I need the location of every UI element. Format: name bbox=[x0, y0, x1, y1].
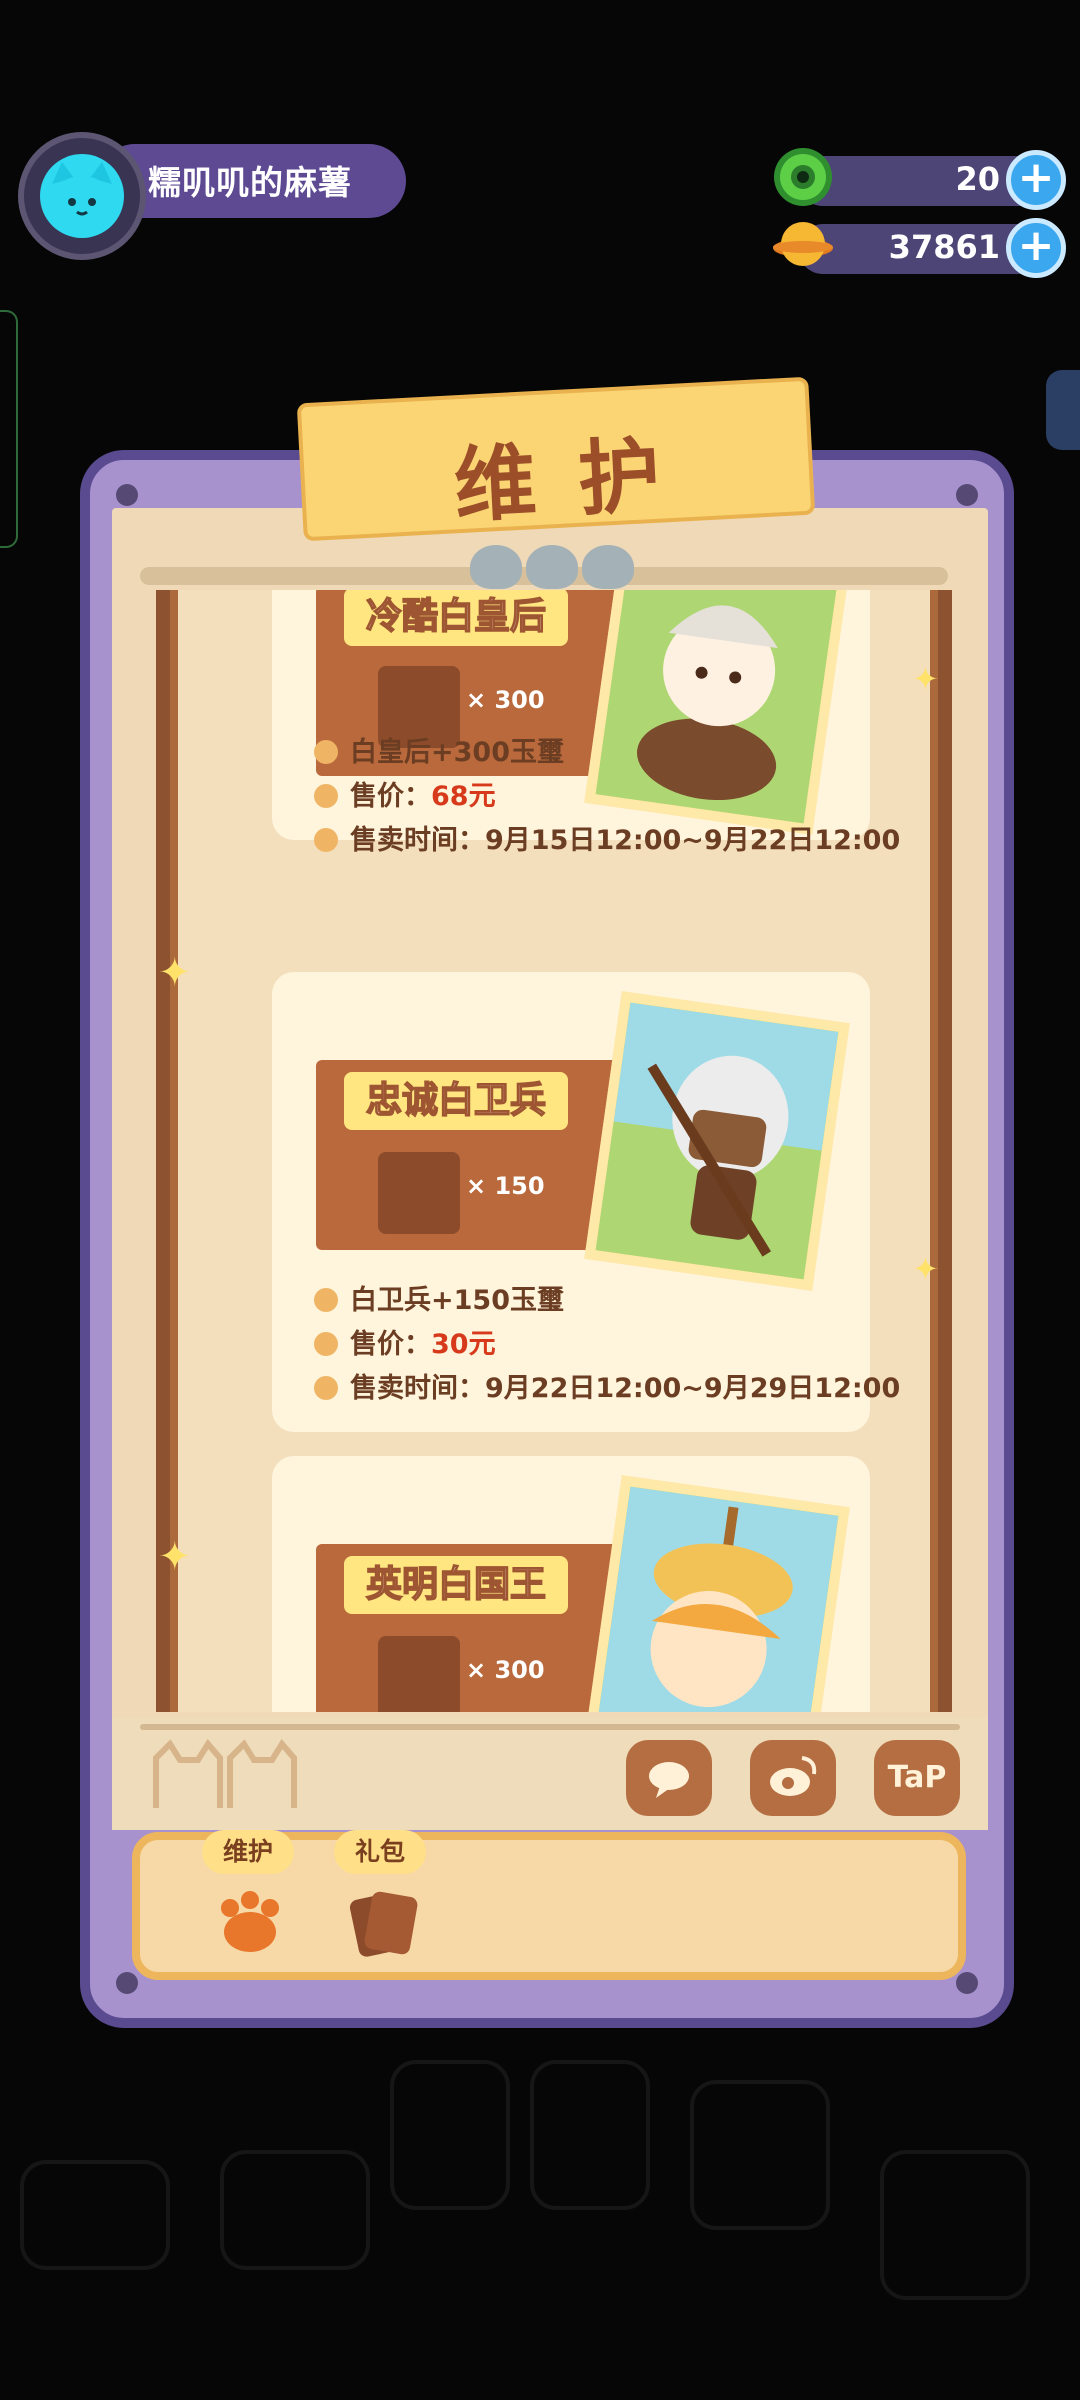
bullet-dot bbox=[314, 1332, 338, 1356]
queen-portrait bbox=[584, 590, 850, 835]
offer-bonus: 白卫兵+150玉璽 bbox=[314, 1278, 564, 1317]
offer-card[interactable]: 英明白国王 × 300 bbox=[272, 1456, 870, 1712]
sparkle-icon: ✦ bbox=[158, 1534, 192, 1580]
chat-icon bbox=[649, 1762, 689, 1798]
bullet-dot bbox=[314, 1288, 338, 1312]
add-jade-button[interactable]: + bbox=[1006, 150, 1066, 210]
background-decor bbox=[20, 2160, 170, 2270]
side-clip-icon[interactable] bbox=[1046, 370, 1080, 450]
background-decor bbox=[880, 2150, 1030, 2300]
tab-gift-pack[interactable]: 礼包 bbox=[326, 1822, 446, 1972]
jade-currency: 20 + bbox=[772, 148, 1066, 210]
slime-icon bbox=[470, 545, 522, 589]
avatar[interactable] bbox=[18, 132, 146, 260]
weibo-button[interactable] bbox=[750, 1740, 836, 1816]
portrait-image bbox=[595, 1002, 839, 1280]
offer-bonus: 白皇后+300玉璽 bbox=[314, 730, 564, 769]
guard-portrait bbox=[584, 991, 850, 1291]
jade-chest-icon bbox=[378, 1636, 460, 1712]
offer-list-inner: 冷酷白皇后 × 300 白皇后+300玉璽 售价：68元 售卖时间：9月15日1… bbox=[178, 590, 930, 1712]
slime-icon bbox=[582, 545, 634, 589]
tab-maintenance[interactable]: 维护 bbox=[194, 1822, 314, 1972]
screw-icon bbox=[116, 1972, 138, 1994]
portrait-image bbox=[595, 1486, 839, 1712]
offer-count: × 150 bbox=[466, 1172, 545, 1200]
weibo-icon bbox=[770, 1756, 817, 1796]
offer-count: × 300 bbox=[466, 1656, 545, 1684]
offer-title: 英明白国王 bbox=[344, 1556, 569, 1614]
gold-currency: 37861 + bbox=[772, 218, 1066, 278]
portrait-image bbox=[595, 590, 839, 824]
slime-icon bbox=[526, 545, 578, 589]
offer-price: 售价：30元 bbox=[314, 1322, 496, 1361]
background-decor bbox=[390, 2060, 510, 2210]
chat-button[interactable] bbox=[626, 1740, 712, 1816]
card-icon bbox=[340, 1880, 424, 1964]
cat-avatar-icon bbox=[40, 154, 124, 238]
bullet-dot bbox=[314, 1376, 338, 1400]
screw-icon bbox=[116, 484, 138, 506]
jade-amount: 20 bbox=[955, 160, 1000, 198]
sparkle-icon: ✦ bbox=[912, 1250, 939, 1288]
wood-rail bbox=[938, 590, 952, 1712]
board-footer-line bbox=[140, 1724, 960, 1730]
bullet-dot bbox=[314, 740, 338, 764]
game-screen: 糯叽叽的麻薯 20 + 37861 + 维护 冷酷白皇后 × 300 白皇后+3… bbox=[0, 0, 1080, 2400]
screw-icon bbox=[956, 484, 978, 506]
player-name: 糯叽叽的麻薯 bbox=[148, 163, 352, 202]
screw-icon bbox=[956, 1972, 978, 1994]
side-handle[interactable] bbox=[0, 310, 18, 548]
jade-chest-icon bbox=[378, 1152, 460, 1234]
bullet-dot bbox=[314, 784, 338, 808]
offer-card[interactable]: 忠诚白卫兵 × 150 白卫兵+150玉璽 售价：30元 售卖时间：9月22日1… bbox=[272, 972, 900, 1432]
offer-time: 售卖时间：9月22日12:00~9月29日12:00 bbox=[314, 1366, 900, 1405]
player-profile[interactable]: 糯叽叽的麻薯 bbox=[18, 132, 406, 260]
gold-amount: 37861 bbox=[888, 228, 1000, 266]
jade-coin-icon bbox=[772, 146, 834, 208]
sparkle-icon: ✦ bbox=[912, 660, 939, 698]
offer-count: × 300 bbox=[466, 686, 545, 714]
paw-icon bbox=[208, 1880, 292, 1964]
taptap-button[interactable]: TaP bbox=[874, 1740, 960, 1816]
offer-card[interactable]: 冷酷白皇后 × 300 白皇后+300玉璽 售价：68元 售卖时间：9月15日1… bbox=[272, 590, 900, 856]
offer-list[interactable]: 冷酷白皇后 × 300 白皇后+300玉璽 售价：68元 售卖时间：9月15日1… bbox=[156, 590, 952, 1712]
offer-title: 冷酷白皇后 bbox=[344, 590, 569, 646]
cat-doodle-icon bbox=[146, 1738, 306, 1818]
add-gold-button[interactable]: + bbox=[1006, 218, 1066, 278]
offer-price: 售价：68元 bbox=[314, 774, 496, 813]
background-decor bbox=[530, 2060, 650, 2210]
offer-time: 售卖时间：9月15日12:00~9月22日12:00 bbox=[314, 818, 900, 857]
offer-title: 忠诚白卫兵 bbox=[344, 1072, 569, 1130]
sparkle-icon: ✦ bbox=[158, 950, 192, 996]
gold-planet-icon bbox=[772, 214, 834, 276]
background-decor bbox=[690, 2080, 830, 2230]
bullet-dot bbox=[314, 828, 338, 852]
tab-label: 维护 bbox=[202, 1830, 294, 1874]
title-sign: 维护 bbox=[296, 376, 816, 542]
background-decor bbox=[220, 2150, 370, 2270]
king-portrait bbox=[584, 1475, 850, 1712]
tab-label: 礼包 bbox=[334, 1830, 426, 1874]
